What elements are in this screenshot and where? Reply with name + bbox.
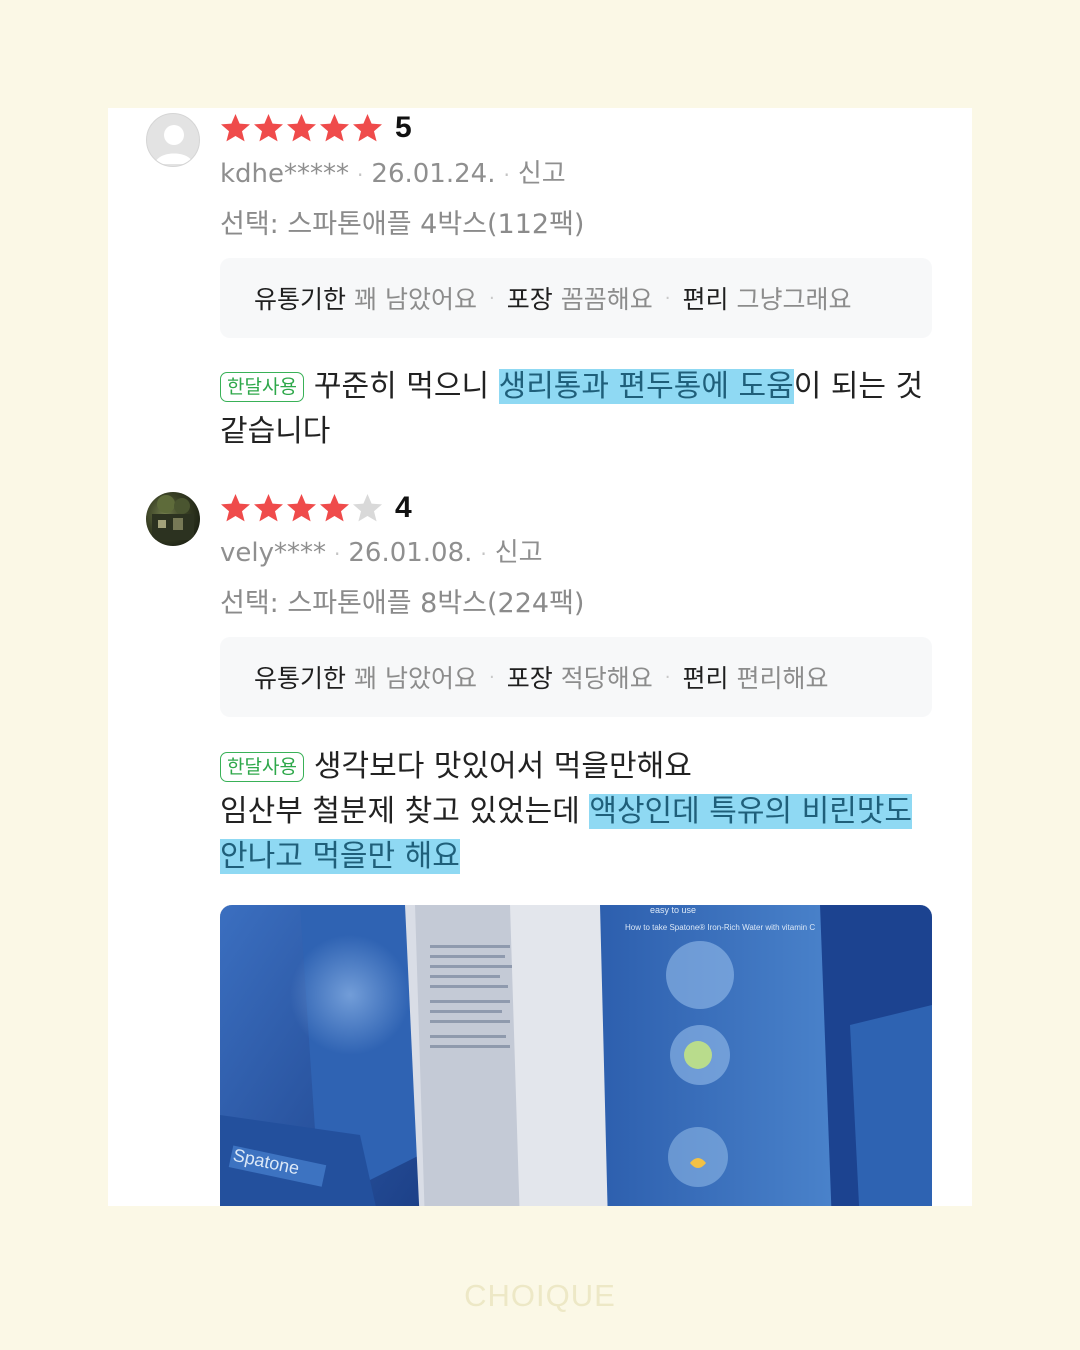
attribute-summary: 유통기한 꽤 남았어요 · 포장 꼼꼼해요 · 편리 그냥그래요 (220, 258, 932, 338)
attribute-summary: 유통기한 꽤 남았어요 · 포장 적당해요 · 편리 편리해요 (220, 637, 932, 717)
star-filled-icon (320, 114, 349, 142)
attr-key: 포장 (506, 285, 553, 314)
review-body: 한달사용 꾸준히 먹으니 생리통과 편두통에 도움이 되는 것 같습니다 (220, 364, 950, 454)
product-label: How to take Spatone® Iron-Rich Water wit… (625, 923, 815, 932)
attr-value: 꽤 남았어요 (354, 285, 477, 314)
attr-key: 포장 (506, 664, 553, 693)
usage-tag: 한달사용 (220, 372, 304, 402)
highlighted-text: 생리통과 편두통에 도움 (498, 369, 794, 404)
star-filled-icon (221, 494, 250, 522)
meta-separator: · (503, 163, 510, 187)
profile-photo (152, 495, 194, 540)
meta-separator: · (334, 542, 341, 566)
review-photo[interactable]: Spatone easy to use How to take Spatone®… (220, 905, 932, 1206)
star-empty-icon (353, 494, 382, 522)
report-link[interactable]: 신고 (495, 538, 543, 568)
review-date: 26.01.24. (371, 159, 496, 189)
review-date: 26.01.08. (348, 538, 473, 568)
product-boxes-image: Spatone easy to use How to take Spatone®… (220, 905, 932, 1206)
attr-key: 편리 (682, 285, 729, 314)
avatar[interactable] (146, 113, 200, 167)
review-text: 꾸준히 먹으니 (313, 369, 499, 404)
star-rating: 4 (220, 490, 412, 526)
star-filled-icon (287, 114, 316, 142)
highlighted-text: 액상인데 특유의 비린맛도 (589, 794, 913, 829)
attr-key: 유통기한 (254, 664, 347, 693)
rating-value: 5 (395, 111, 412, 144)
purchase-option: 선택: 스파톤애플 8박스(224팩) (220, 588, 585, 619)
star-filled-icon (254, 494, 283, 522)
star-filled-icon (287, 494, 316, 522)
review-text: 임산부 철분제 찾고 있었는데 (220, 794, 590, 829)
review-body: 한달사용 생각보다 맛있어서 먹을만해요 임산부 철분제 찾고 있었는데 액상인데… (220, 744, 950, 879)
attr-key: 편리 (682, 664, 729, 693)
attr-separator: · (664, 287, 671, 309)
meta-separator: · (357, 163, 364, 187)
attr-value: 꼼꼼해요 (560, 285, 653, 314)
attr-value: 꽤 남았어요 (354, 664, 477, 693)
purchase-option: 선택: 스파톤애플 4박스(112팩) (220, 209, 585, 240)
attr-separator: · (488, 287, 495, 309)
attr-key: 유통기한 (254, 285, 347, 314)
reviewer-id: kdhe***** (220, 159, 350, 189)
usage-tag: 한달사용 (220, 752, 304, 782)
reviewer-id: vely**** (220, 538, 326, 568)
attr-separator: · (664, 666, 671, 688)
attr-value: 편리해요 (736, 664, 829, 693)
meta-separator: · (480, 542, 487, 566)
attr-value: 그냥그래요 (736, 285, 852, 314)
star-filled-icon (353, 114, 382, 142)
star-filled-icon (254, 114, 283, 142)
star-rating: 5 (220, 110, 412, 146)
product-label: easy to use (650, 905, 696, 915)
default-user-icon (155, 125, 193, 164)
review-meta: vely**** · 26.01.08. · 신고 (220, 532, 543, 569)
attr-separator: · (488, 666, 495, 688)
star-filled-icon (320, 494, 349, 522)
highlighted-text: 안나고 먹을만 해요 (220, 839, 460, 874)
brand-watermark: CHOIQUE (464, 1278, 616, 1313)
avatar[interactable] (146, 492, 200, 546)
review-card: 5 kdhe***** · 26.01.24. · 신고 선택: 스파톤애플 4박스(1… (108, 108, 972, 1206)
review-text: 생각보다 맛있어서 먹을만해요 (313, 749, 692, 784)
star-filled-icon (221, 114, 250, 142)
review-meta: kdhe***** · 26.01.24. · 신고 (220, 153, 566, 190)
report-link[interactable]: 신고 (518, 159, 566, 189)
attr-value: 적당해요 (560, 664, 653, 693)
rating-value: 4 (395, 491, 412, 524)
